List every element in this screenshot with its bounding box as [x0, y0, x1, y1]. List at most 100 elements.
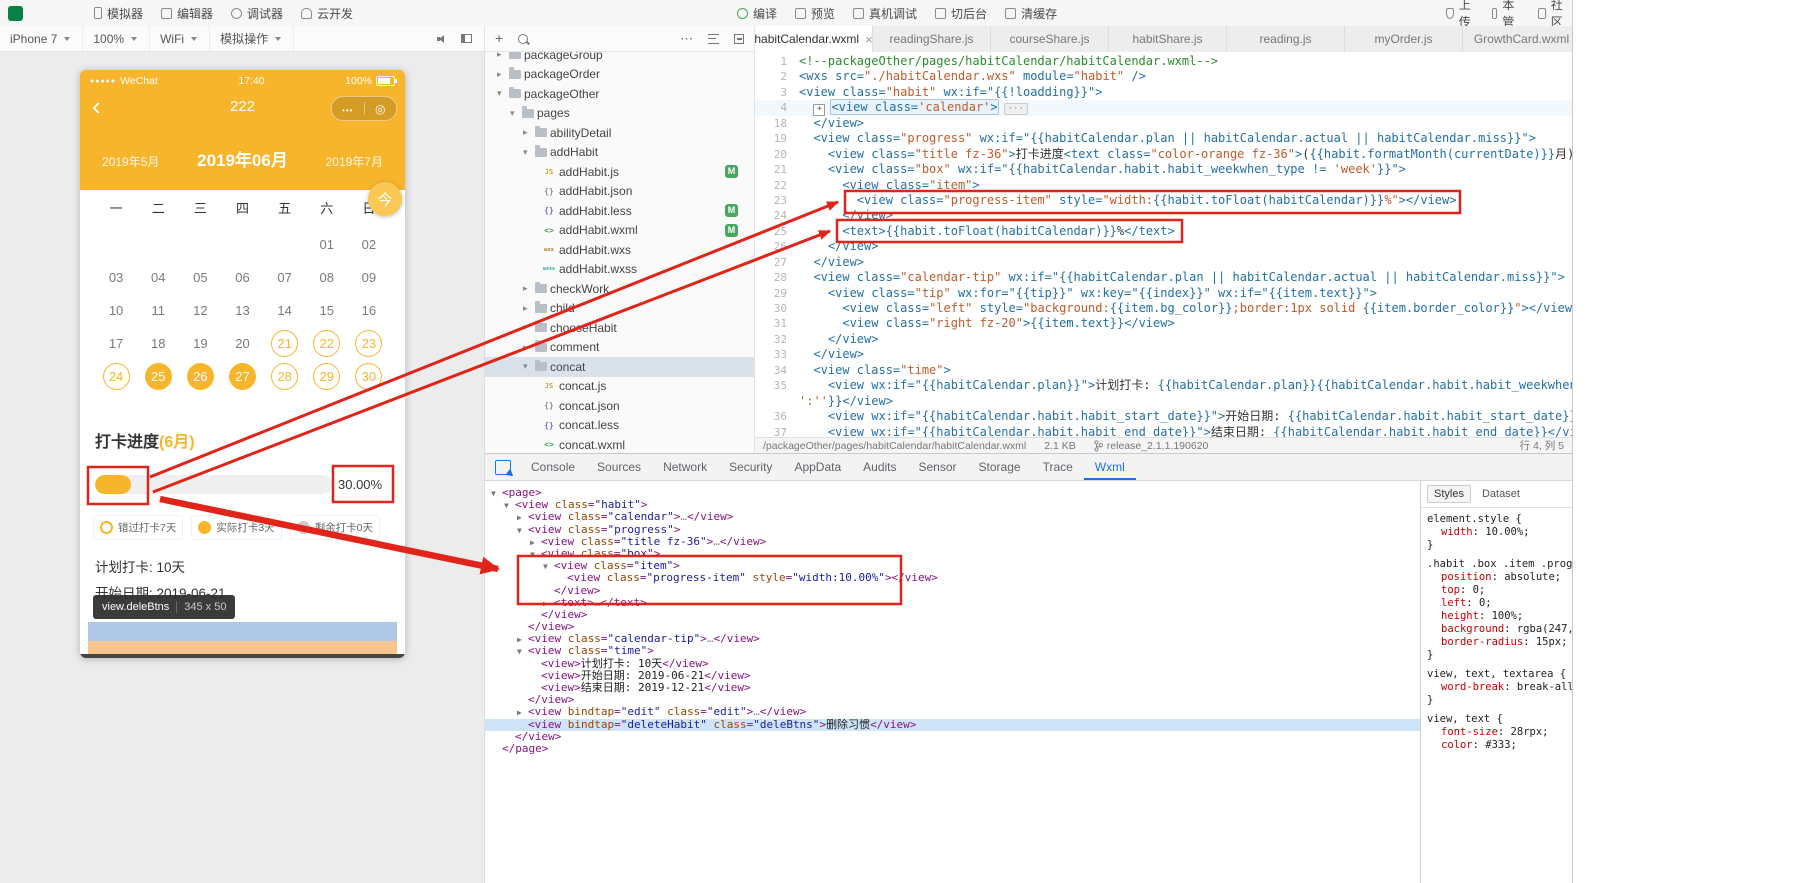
date-cell[interactable]: 29 [306, 363, 348, 390]
date[interactable]: 01 [313, 231, 340, 258]
tree-folder-row[interactable]: ▸ abilityDetail [485, 123, 754, 143]
date-cell[interactable]: 21 [264, 330, 306, 357]
css-rule-line[interactable]: element.style { [1427, 513, 1566, 526]
editor-button[interactable]: 编辑器 [152, 0, 222, 26]
collapse-all-icon[interactable] [734, 33, 744, 44]
expand-arrow-icon[interactable]: ▼ [543, 561, 554, 573]
date[interactable]: 05 [187, 264, 214, 291]
date-cell[interactable]: 24 [95, 363, 137, 390]
code-editor[interactable]: 1 <!--packageOther/pages/habitCalendar/ha… [755, 52, 1572, 437]
date-cell[interactable]: 28 [264, 363, 306, 390]
tree-file-row[interactable]: wxs addHabit.wxs [485, 240, 754, 260]
date[interactable]: 02 [355, 231, 382, 258]
tree-folder-row[interactable]: ▸ packageOrder [485, 65, 754, 85]
date[interactable]: 18 [145, 330, 172, 357]
tree-folder-row[interactable]: ▸ checkWork [485, 279, 754, 299]
devtools-tab-wxml[interactable]: Wxml [1084, 454, 1136, 480]
date-cell[interactable]: 27 [221, 363, 263, 390]
editor-tab[interactable]: reading.js [1227, 26, 1345, 52]
devtools-tab-appdata[interactable]: AppData [783, 454, 852, 480]
expand-arrow-icon[interactable]: ▼ [517, 525, 528, 537]
tree-folder-row[interactable]: ▸ comment [485, 338, 754, 358]
css-rule-line[interactable]: width: 10.00%; [1427, 526, 1566, 539]
date[interactable]: 24 [102, 363, 130, 390]
search-icon[interactable] [518, 33, 529, 44]
tree-file-row[interactable]: {} concat.less [485, 416, 754, 436]
css-rule-line[interactable]: } [1427, 694, 1566, 707]
date[interactable]: 17 [103, 330, 130, 357]
tree-folder-row[interactable]: ▾ addHabit [485, 143, 754, 163]
devtools-tab-sensor[interactable]: Sensor [908, 454, 968, 480]
community-button[interactable]: 社区 [1529, 0, 1572, 26]
date[interactable]: 06 [229, 264, 256, 291]
window-layout-icon[interactable] [461, 34, 472, 43]
date-cell[interactable]: 19 [179, 330, 221, 357]
expand-arrow-icon[interactable]: ▼ [517, 646, 528, 658]
cloud-button[interactable]: 云开发 [292, 0, 362, 26]
more-icon[interactable] [680, 30, 693, 48]
css-rules[interactable]: element.style {width: 10.00%;} .habit .bo… [1421, 508, 1572, 757]
date-cell[interactable]: 11 [137, 297, 179, 324]
css-rule-line[interactable]: position: absolute; [1427, 571, 1566, 584]
css-rule-line[interactable]: } [1427, 539, 1566, 552]
date[interactable]: 14 [271, 297, 298, 324]
debugger-button[interactable]: 调试器 [222, 0, 292, 26]
date[interactable]: 23 [355, 330, 383, 357]
unfold-icon[interactable]: + [813, 104, 826, 117]
tree-file-row[interactable]: <> concat.wxml [485, 435, 754, 453]
date-cell[interactable]: 15 [306, 297, 348, 324]
date-cell[interactable]: 20 [221, 330, 263, 357]
date-cell[interactable]: 01 [306, 231, 348, 258]
expand-arrow-icon[interactable]: ▼ [530, 549, 541, 561]
date[interactable]: 11 [145, 297, 172, 324]
tree-folder-row[interactable]: ▾ pages [485, 104, 754, 124]
date-cell[interactable]: 06 [221, 264, 263, 291]
clear-cache-button[interactable]: 清缓存 [996, 0, 1066, 26]
capsule-home-icon[interactable] [365, 100, 397, 118]
css-rule-line[interactable]: height: 100%; [1427, 610, 1566, 623]
close-icon[interactable]: × [865, 32, 873, 47]
tree-file-row[interactable]: JS concat.js [485, 377, 754, 397]
devtools-tab-storage[interactable]: Storage [968, 454, 1032, 480]
date[interactable]: 27 [228, 363, 256, 390]
next-month[interactable]: 2019年7月 [326, 153, 383, 170]
date[interactable]: 03 [103, 264, 130, 291]
date-cell[interactable]: 26 [179, 363, 221, 390]
wxml-node[interactable]: </view> [485, 730, 1420, 743]
tree-file-row[interactable]: wxss addHabit.wxss [485, 260, 754, 280]
date[interactable]: 20 [229, 330, 256, 357]
date-cell[interactable]: 10 [95, 297, 137, 324]
tree-file-row[interactable]: {} addHabit.json [485, 182, 754, 202]
editor-tab[interactable]: habitShare.js [1109, 26, 1227, 52]
tree-file-row[interactable]: {} addHabit.less M [485, 201, 754, 221]
network-select[interactable]: WiFi [150, 26, 211, 51]
expand-arrow-icon[interactable]: ▶ [517, 707, 528, 719]
switch-background-button[interactable]: 切后台 [926, 0, 996, 26]
date-cell[interactable]: 09 [348, 264, 390, 291]
styles-tab-styles[interactable]: Styles [1427, 485, 1471, 503]
date-cell[interactable]: 14 [264, 297, 306, 324]
wxml-node[interactable]: <view bindtap="deleteHabit" class="deleB… [485, 718, 1420, 731]
date-cell[interactable]: 30 [348, 363, 390, 390]
editor-tab[interactable]: GrowthCard.wxml [1463, 26, 1572, 52]
date[interactable]: 09 [355, 264, 382, 291]
date[interactable]: 04 [145, 264, 172, 291]
date-cell[interactable]: 16 [348, 297, 390, 324]
devtools-tab-network[interactable]: Network [652, 454, 718, 480]
editor-tab[interactable]: readingShare.js [873, 26, 991, 52]
date[interactable]: 29 [313, 363, 341, 390]
css-rule-line[interactable]: view, text { [1427, 713, 1566, 726]
wxml-node[interactable]: <view class="progress-item" style="width… [485, 572, 1420, 584]
date-cell[interactable]: 22 [306, 330, 348, 357]
tree-file-row[interactable]: {} concat.json [485, 396, 754, 416]
date-cell[interactable]: 02 [348, 231, 390, 258]
date[interactable]: 22 [313, 330, 341, 357]
date[interactable]: 12 [187, 297, 214, 324]
tree-file-row[interactable]: JS addHabit.js M [485, 162, 754, 182]
devtools-tab-security[interactable]: Security [718, 454, 783, 480]
tree-folder-row[interactable]: ▸ packageGroup [485, 52, 754, 65]
date-cell[interactable]: 12 [179, 297, 221, 324]
folded-region-icon[interactable]: ··· [1003, 103, 1028, 116]
date-cell[interactable]: 23 [348, 330, 390, 357]
inspect-element-icon[interactable] [495, 459, 511, 475]
